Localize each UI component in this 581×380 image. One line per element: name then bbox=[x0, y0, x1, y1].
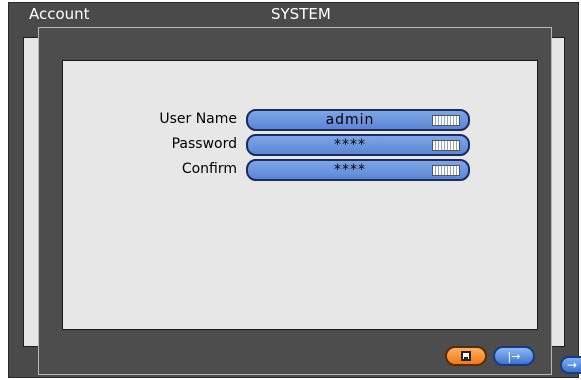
user-name-field[interactable]: admin bbox=[246, 109, 470, 131]
user-name-value: admin bbox=[325, 112, 375, 128]
confirm-field[interactable]: **** bbox=[246, 159, 470, 181]
keyboard-icon[interactable] bbox=[432, 164, 460, 176]
dialog-content-panel: User Name admin Password **** Confirm **… bbox=[62, 60, 538, 330]
background-title-system: SYSTEM bbox=[271, 5, 331, 23]
password-value: **** bbox=[334, 137, 366, 153]
keyboard-icon[interactable] bbox=[432, 114, 460, 126]
exit-button[interactable]: |→ bbox=[493, 346, 535, 366]
user-name-label: User Name bbox=[159, 111, 237, 127]
exit-icon: |→ bbox=[507, 349, 521, 363]
background-next-button[interactable]: → bbox=[560, 356, 581, 374]
save-icon bbox=[461, 351, 471, 361]
confirm-value: **** bbox=[334, 162, 366, 178]
password-label: Password bbox=[171, 136, 237, 152]
save-button[interactable] bbox=[445, 346, 487, 366]
account-dialog: User Name admin Password **** Confirm **… bbox=[38, 27, 552, 375]
keyboard-icon[interactable] bbox=[432, 139, 460, 151]
next-arrow-icon: → bbox=[566, 358, 578, 372]
background-title-account: Account bbox=[29, 5, 90, 23]
confirm-label: Confirm bbox=[181, 161, 237, 177]
password-field[interactable]: **** bbox=[246, 134, 470, 156]
